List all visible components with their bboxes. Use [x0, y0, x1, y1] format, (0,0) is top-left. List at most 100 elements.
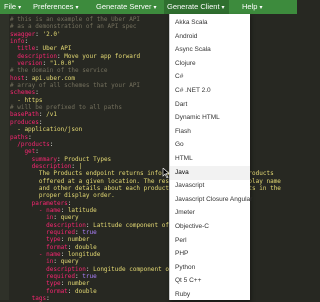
chevron-down-icon: ▾ [259, 5, 263, 11]
code-key: description [10, 162, 72, 170]
dropdown-item[interactable]: Async Scala [170, 43, 250, 57]
dropdown-item[interactable]: PHP [170, 247, 250, 261]
dropdown-item[interactable]: Javascript Closure Angular [170, 193, 252, 207]
code-key: type [10, 236, 61, 244]
menu-preferences-label: Preferences [33, 2, 74, 11]
code-value: /v1 [46, 111, 57, 119]
code-key: in [10, 214, 54, 222]
code-key: description [10, 221, 86, 229]
menu-bar: File ▾ Preferences ▾ Generate Server ▾ Gene… [0, 0, 297, 14]
dropdown-item[interactable]: C# .NET 2.0 [170, 84, 250, 98]
yaml-editor[interactable]: # this is an example of the Uber API # as… [0, 14, 297, 302]
code-key: /products [10, 140, 50, 148]
menu-generate-server-label: Generate Server [96, 2, 152, 11]
code-sep: : [60, 236, 68, 244]
code-value: double [75, 243, 97, 251]
menu-help-label: Help [242, 2, 258, 11]
code-key: required [10, 273, 76, 281]
code-key: paths [10, 133, 29, 141]
dropdown-item[interactable]: Qt 5 C++ [170, 274, 250, 288]
dropdown-item[interactable]: Jmeter [170, 206, 250, 220]
code-comment: # array of all schemes that your API [10, 82, 141, 90]
code-key: in [10, 258, 54, 266]
dropdown-item[interactable]: Flash [170, 125, 250, 139]
code-key: title [10, 45, 36, 53]
code-sep: : [35, 45, 43, 53]
dropdown-item[interactable]: Clojure [170, 57, 250, 71]
code-key: required [10, 228, 76, 236]
menu-preferences[interactable]: Preferences ▾ [33, 0, 88, 14]
code-key: summary [10, 155, 57, 163]
dropdown-item[interactable]: Java [162, 165, 250, 180]
code-sep: : [35, 148, 39, 156]
dropdown-item-label: Python [175, 263, 196, 271]
code-value: api.uber.com [31, 74, 76, 82]
code-text: proper display order. [10, 192, 115, 200]
dropdown-item[interactable]: HTML [170, 152, 250, 166]
dropdown-item-label: C# .NET 2.0 [175, 87, 211, 94]
code-comment: # this is an example of the Uber API [10, 16, 141, 23]
code-sep: : [60, 280, 68, 288]
dropdown-item[interactable]: Dart [170, 98, 250, 112]
menu-help[interactable]: Help ▾ [242, 0, 268, 14]
menu-generate-client-label: Generate Client [167, 2, 220, 11]
menu-generate-server[interactable]: Generate Server ▾ [96, 0, 160, 14]
code-key: type [10, 280, 61, 288]
code-key: swagger [10, 30, 36, 38]
dropdown-item[interactable]: Python [170, 261, 250, 275]
code-value: "1.0.0" [49, 60, 76, 68]
dropdown-item-label: Dart [175, 100, 188, 108]
code-sep: : [71, 162, 79, 170]
pointer-cursor-icon [162, 167, 170, 178]
code-key: version [10, 60, 43, 68]
dropdown-item-label: Async Scala [175, 46, 211, 54]
code-value: | [78, 162, 83, 170]
dropdown-item[interactable]: Akka Scala [170, 16, 250, 30]
dropdown-item[interactable]: Objective-C [170, 220, 250, 234]
dropdown-item-label: PHP [175, 250, 189, 258]
code-value-item: - application/json [10, 126, 83, 134]
code-sep: : [46, 295, 50, 302]
chevron-down-icon: ▾ [221, 5, 225, 11]
dropdown-item[interactable]: Dynamic HTML [170, 111, 250, 125]
code-value: true [82, 228, 97, 236]
dropdown-item[interactable]: Android [170, 30, 250, 44]
dropdown-item-label: Android [175, 32, 198, 40]
code-sep: : [38, 118, 43, 126]
code-sep: : [60, 206, 68, 214]
code-key: host [10, 74, 25, 82]
code-sep: : [49, 140, 54, 148]
menu-file-label: File [4, 2, 17, 11]
code-value: Move your app forward [64, 52, 141, 60]
code-sep: : [53, 258, 61, 266]
code-sep: : [24, 38, 29, 46]
code-value: '2.0' [42, 30, 61, 38]
code-key: - name [10, 251, 61, 258]
dropdown-item-label: HTML [175, 155, 193, 162]
menu-file[interactable]: File ▾ [4, 0, 28, 14]
code-key: tags [10, 295, 47, 302]
dropdown-item-label: Ruby [175, 291, 191, 298]
code-value: true [82, 273, 97, 281]
dropdown-item[interactable]: Go [170, 138, 250, 152]
code-sep: : [28, 133, 32, 141]
dropdown-item-label: Dynamic HTML [175, 114, 220, 122]
code-value: longitude [67, 251, 101, 258]
code-key: - name [10, 206, 61, 214]
code-value-item: - https [10, 96, 43, 104]
code-key: schemes [10, 89, 36, 97]
dropdown-item[interactable]: C# [170, 70, 250, 84]
code-sep: : [67, 287, 76, 295]
code-comment: # as a demonstration of an API spec [10, 23, 137, 31]
code-key: description [10, 265, 86, 273]
code-sep: : [67, 199, 72, 207]
editor-gutter [0, 14, 9, 300]
menu-generate-client[interactable]: Generate Client ▾ [164, 0, 229, 14]
dropdown-item[interactable]: Javascript [170, 179, 250, 193]
dropdown-item-label: Qt 5 C++ [175, 277, 202, 285]
chevron-down-icon: ▾ [153, 5, 157, 11]
code-sep: : [53, 214, 61, 222]
dropdown-item[interactable]: Perl [170, 234, 250, 248]
code-value: query [60, 214, 79, 222]
code-value: query [60, 258, 79, 266]
